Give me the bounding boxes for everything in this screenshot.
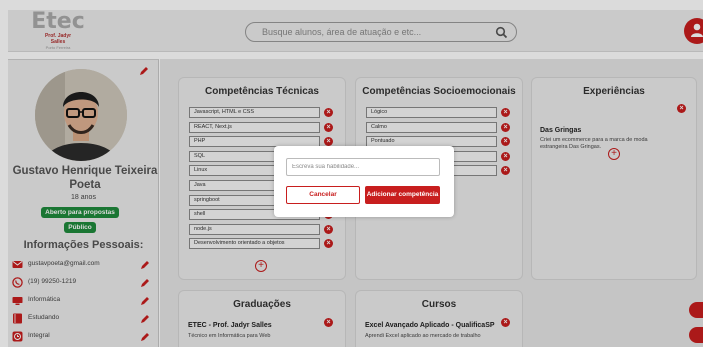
add-skill-button[interactable]: Adicionar competência — [365, 186, 440, 204]
add-skill-modal: Cancelar Adicionar competência — [274, 146, 454, 217]
cancel-button[interactable]: Cancelar — [286, 186, 360, 204]
skill-input[interactable] — [286, 158, 440, 176]
